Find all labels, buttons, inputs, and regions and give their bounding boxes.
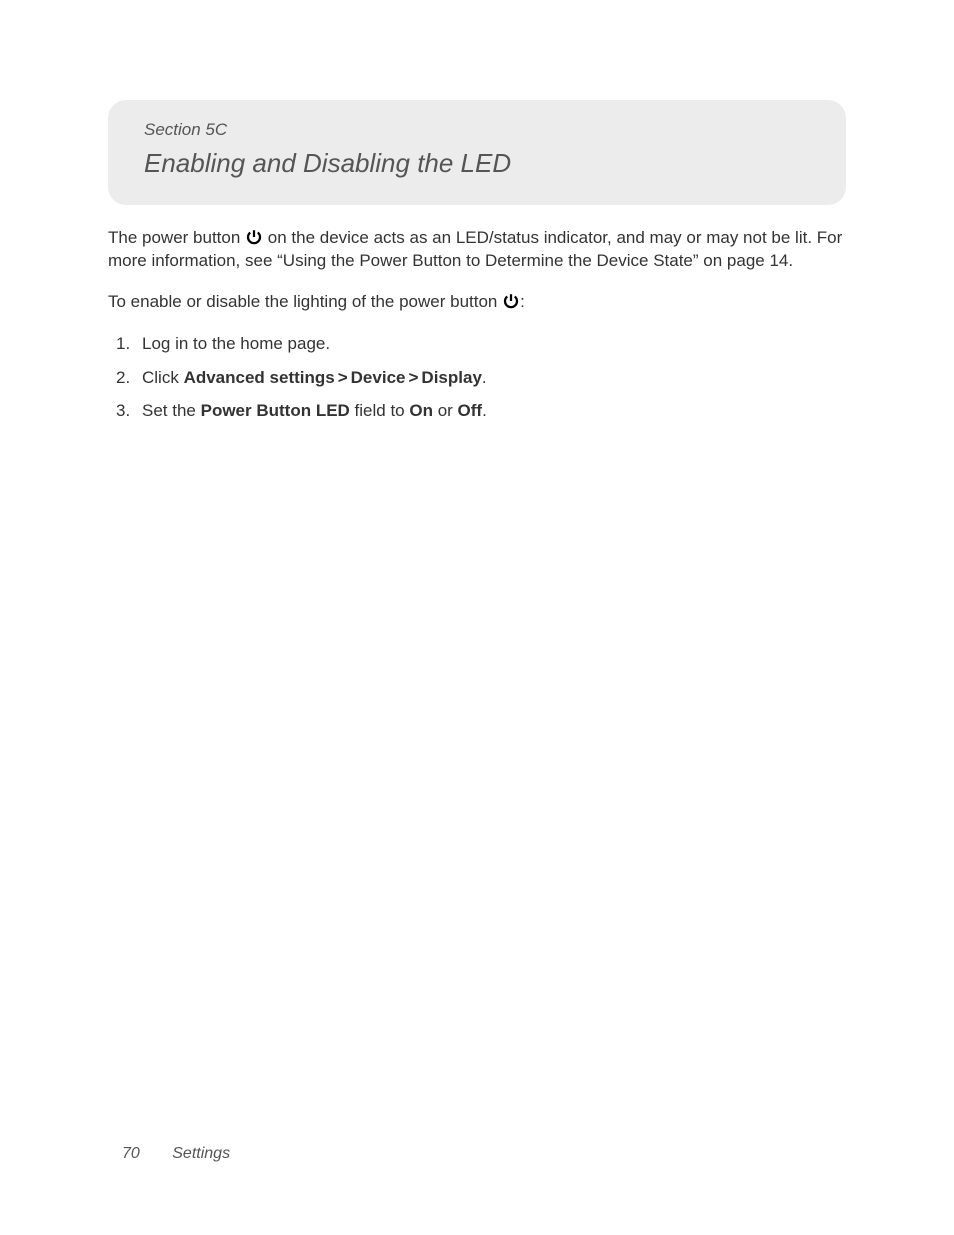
- chevron-right-icon: >: [335, 368, 351, 387]
- intro-paragraph: The power button on the device acts as a…: [108, 227, 846, 273]
- instruction-text-part2: :: [520, 292, 525, 311]
- step2-prefix: Click: [142, 368, 184, 387]
- instruction-text-part1: To enable or disable the lighting of the…: [108, 292, 502, 311]
- page-number: 70: [122, 1145, 140, 1162]
- section-title: Enabling and Disabling the LED: [144, 148, 810, 179]
- instruction-paragraph: To enable or disable the lighting of the…: [108, 291, 846, 314]
- list-item: Click Advanced settings>Device>Display.: [116, 366, 846, 390]
- option-off: Off: [458, 401, 483, 420]
- field-name-power-button-led: Power Button LED: [201, 401, 350, 420]
- power-icon: [502, 292, 520, 310]
- step2-suffix: .: [482, 368, 487, 387]
- chapter-name: Settings: [172, 1145, 230, 1162]
- breadcrumb-advanced-settings: Advanced settings: [184, 368, 335, 387]
- breadcrumb-device: Device: [351, 368, 406, 387]
- step3-part1: Set the: [142, 401, 201, 420]
- section-label: Section 5C: [144, 120, 810, 140]
- step3-part3: or: [433, 401, 458, 420]
- page-footer: 70 Settings: [122, 1145, 230, 1163]
- section-header-box: Section 5C Enabling and Disabling the LE…: [108, 100, 846, 205]
- list-item: Set the Power Button LED field to On or …: [116, 399, 846, 423]
- page-body: Section 5C Enabling and Disabling the LE…: [0, 0, 954, 423]
- step3-part4: .: [482, 401, 487, 420]
- list-item: Log in to the home page.: [116, 332, 846, 356]
- power-icon: [245, 228, 263, 246]
- chevron-right-icon: >: [405, 368, 421, 387]
- option-on: On: [409, 401, 433, 420]
- intro-text-part1: The power button: [108, 228, 245, 247]
- step1-text: Log in to the home page.: [142, 334, 330, 353]
- step3-part2: field to: [350, 401, 410, 420]
- steps-list: Log in to the home page. Click Advanced …: [108, 332, 846, 423]
- breadcrumb-display: Display: [421, 368, 481, 387]
